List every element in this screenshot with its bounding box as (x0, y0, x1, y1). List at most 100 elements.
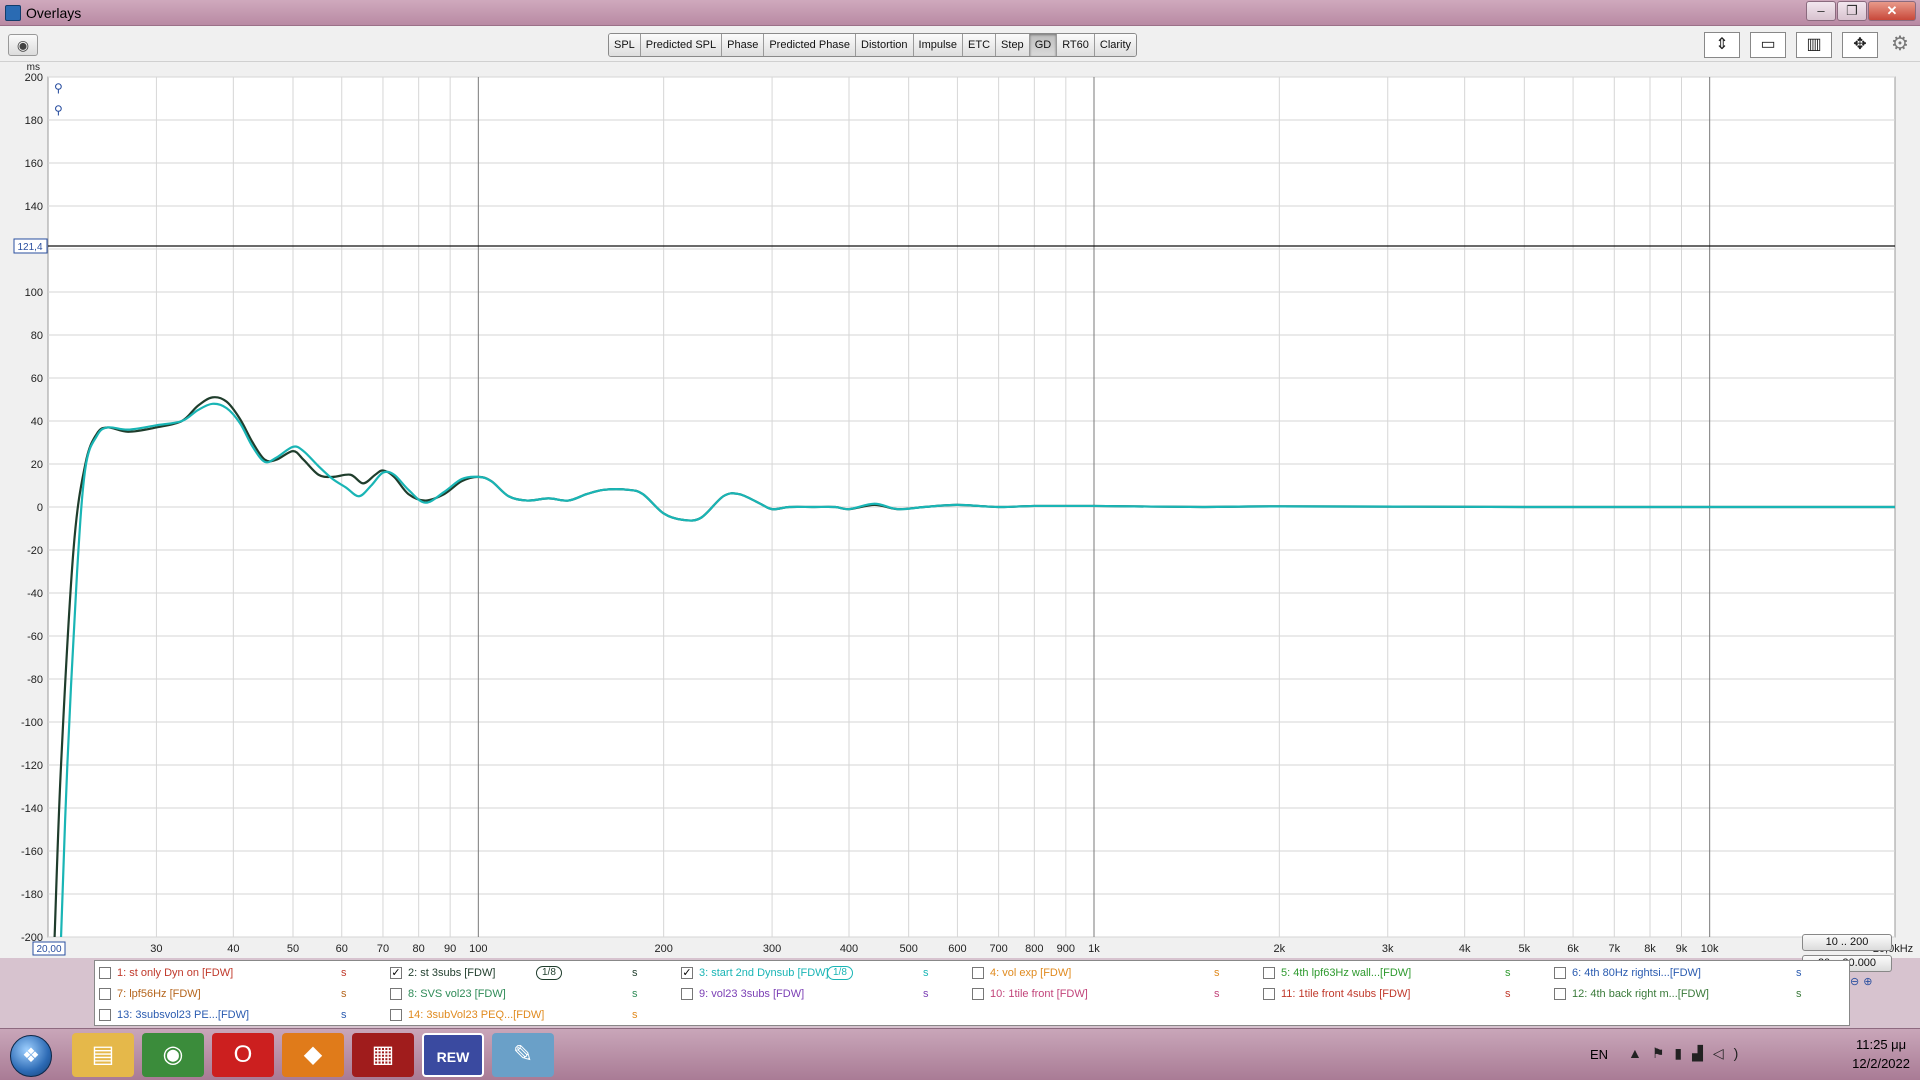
tab-step[interactable]: Step (996, 34, 1030, 56)
overlay-checkbox[interactable] (390, 1009, 402, 1021)
explorer-icon[interactable]: ▤ (72, 1033, 134, 1077)
overlay-item[interactable]: 7: lpf56Hz [FDW] s (95, 984, 385, 1004)
minimize-button[interactable]: ‒ (1806, 1, 1836, 21)
overlay-item[interactable]: ✓ 3: start 2nd Dynsub [FDW] 1/8 s (677, 963, 967, 983)
overlay-checkbox[interactable] (1554, 967, 1566, 979)
overlay-label: 14: 3subVol23 PEQ...[FDW] (408, 1009, 545, 1021)
overlay-checkbox[interactable]: ✓ (681, 967, 693, 979)
gear-icon[interactable]: ⚙ (1888, 32, 1912, 58)
y-tick-label: 60 (31, 373, 43, 385)
rew-icon[interactable]: REW (422, 1033, 484, 1077)
overlay-item[interactable]: 6: 4th 80Hz rightsi...[FDW] s (1550, 963, 1840, 983)
opera-icon[interactable]: O (212, 1033, 274, 1077)
y-tick-label: 200 (25, 72, 43, 84)
overlay-row: 7: lpf56Hz [FDW] s 8: SVS vol23 [FDW] s 9: v… (95, 984, 1849, 1004)
range-10-200-button[interactable]: 10 .. 200 (1802, 934, 1892, 951)
overlay-item[interactable]: 12: 4th back right m...[FDW] s (1550, 984, 1840, 1004)
app-red-icon[interactable]: ▦ (352, 1033, 414, 1077)
overlay-flag[interactable]: s (632, 988, 638, 1000)
overlay-flag[interactable]: s (632, 1009, 638, 1021)
paint-icon[interactable]: ✎ (492, 1033, 554, 1077)
overlay-item[interactable]: ✓ 2: st 3subs [FDW] 1/8 s (386, 963, 676, 983)
overlay-item[interactable]: 5: 4th lpf63Hz wall...[FDW] s (1259, 963, 1549, 983)
tab-rt60[interactable]: RT60 (1057, 34, 1095, 56)
overlay-item[interactable]: 13: 3subsvol23 PE...[FDW] s (95, 1005, 385, 1025)
language-indicator[interactable]: EN (1590, 1047, 1608, 1062)
overlay-flag[interactable]: s (632, 967, 638, 979)
overlay-checkbox[interactable] (1554, 988, 1566, 1000)
smoothing-badge[interactable]: 1/8 (536, 966, 562, 980)
chrome-icon[interactable]: ◉ (142, 1033, 204, 1077)
overlay-flag[interactable]: s (923, 967, 929, 979)
overlay-flag[interactable]: s (923, 988, 929, 1000)
x-tick-label: 1k (1088, 943, 1100, 955)
overlay-flag[interactable]: s (1796, 967, 1802, 979)
overlay-checkbox[interactable] (681, 988, 693, 1000)
overlay-flag[interactable]: s (1796, 988, 1802, 1000)
overlay-checkbox[interactable] (972, 988, 984, 1000)
system-tray: EN ▲⚑▮▟◁) 11:25 μμ 12/2/2022 (1590, 1029, 1920, 1080)
taskbar: ❖ ▤ ◉ O ◆ ▦ REW ✎ EN ▲⚑▮▟◁) 11:25 μμ 12/2/2022 (0, 1028, 1920, 1080)
tray-icons[interactable]: ▲⚑▮▟◁) (1628, 1045, 1748, 1062)
overlay-item[interactable]: 1: st only Dyn on [FDW] s (95, 963, 385, 983)
overlay-flag[interactable]: s (1505, 988, 1511, 1000)
overlay-item[interactable]: 9: vol23 3subs [FDW] s (677, 984, 967, 1004)
tab-phase[interactable]: Phase (722, 34, 765, 56)
brave-icon[interactable]: ◆ (282, 1033, 344, 1077)
y-tick-label: -20 (27, 545, 43, 557)
tab-distortion[interactable]: Distortion (856, 34, 914, 56)
maximize-button[interactable]: ❐ (1837, 1, 1867, 21)
overlay-flag[interactable]: s (341, 1009, 347, 1021)
overlay-flag[interactable]: s (1214, 988, 1220, 1000)
tab-clarity[interactable]: Clarity (1094, 34, 1137, 56)
tab-etc[interactable]: ETC (963, 34, 997, 56)
fit-window-icon[interactable]: ▭ (1750, 32, 1786, 58)
tab-spl[interactable]: SPL (609, 34, 641, 56)
group-delay-chart[interactable]: 200180160140100806040200-20-40-60-80-100… (0, 62, 1920, 958)
overlay-item[interactable]: 11: 1tile front 4subs [FDW] s (1259, 984, 1549, 1004)
overlay-checkbox[interactable] (99, 988, 111, 1000)
overlay-item[interactable]: 8: SVS vol23 [FDW] s (386, 984, 676, 1004)
x-tick-label: 500 (899, 943, 917, 955)
overlay-item[interactable]: 14: 3subVol23 PEQ...[FDW] s (386, 1005, 676, 1025)
tab-gd[interactable]: GD (1029, 34, 1058, 56)
tab-impulse[interactable]: Impulse (913, 34, 964, 56)
overlay-checkbox[interactable]: ✓ (390, 967, 402, 979)
x-tick-label: 6k (1567, 943, 1579, 955)
overlay-item[interactable]: 10: 1tile front [FDW] s (968, 984, 1258, 1004)
capture-button[interactable]: ◉ (8, 34, 38, 56)
overlay-label: 1: st only Dyn on [FDW] (117, 967, 234, 979)
tab-predicted-spl[interactable]: Predicted SPL (640, 34, 723, 56)
overlay-item[interactable]: 4: vol exp [FDW] s (968, 963, 1258, 983)
y-tick-label: -160 (21, 846, 43, 858)
vertical-zoom-icon[interactable]: ⇕ (1704, 32, 1740, 58)
overlay-flag[interactable]: s (341, 988, 347, 1000)
smoothing-badge[interactable]: 1/8 (827, 966, 853, 980)
overlay-flag[interactable]: s (1214, 967, 1220, 979)
close-button[interactable]: ✕ (1868, 1, 1916, 21)
toolbar: ◉ SPL Predicted SPL Phase Predicted Phase Di… (0, 26, 1920, 62)
overlay-checkbox[interactable] (972, 967, 984, 979)
overlay-checkbox[interactable] (99, 1009, 111, 1021)
x-tick-label: 600 (948, 943, 966, 955)
clock[interactable]: 11:25 μμ 12/2/2022 (1852, 1035, 1910, 1073)
y-tick-label: -100 (21, 717, 43, 729)
columns-icon[interactable]: ▥ (1796, 32, 1832, 58)
overlay-flag[interactable]: s (341, 967, 347, 979)
overlay-flag[interactable]: s (1505, 967, 1511, 979)
overlay-checkbox[interactable] (390, 988, 402, 1000)
tab-predicted-phase[interactable]: Predicted Phase (764, 34, 857, 56)
overlay-label: 7: lpf56Hz [FDW] (117, 988, 201, 1000)
graph-area[interactable]: 200 180 160 140 100 80 60 40 20 0 -20 -40 -60 -80 -100… (0, 62, 1920, 988)
window-title: Overlays (26, 5, 82, 21)
y-tick-label: -120 (21, 760, 43, 772)
y-tick-label: 160 (25, 158, 43, 170)
overlay-checkbox[interactable] (1263, 988, 1275, 1000)
y-tick-label: 100 (25, 287, 43, 299)
clock-time: 11:25 μμ (1855, 1037, 1907, 1052)
zoom-icons[interactable]: ⊖⊕ (1850, 975, 1876, 988)
start-button[interactable]: ❖ (10, 1035, 52, 1077)
overlay-checkbox[interactable] (99, 967, 111, 979)
overlay-checkbox[interactable] (1263, 967, 1275, 979)
pan-arrows-icon[interactable]: ✥ (1842, 32, 1878, 58)
